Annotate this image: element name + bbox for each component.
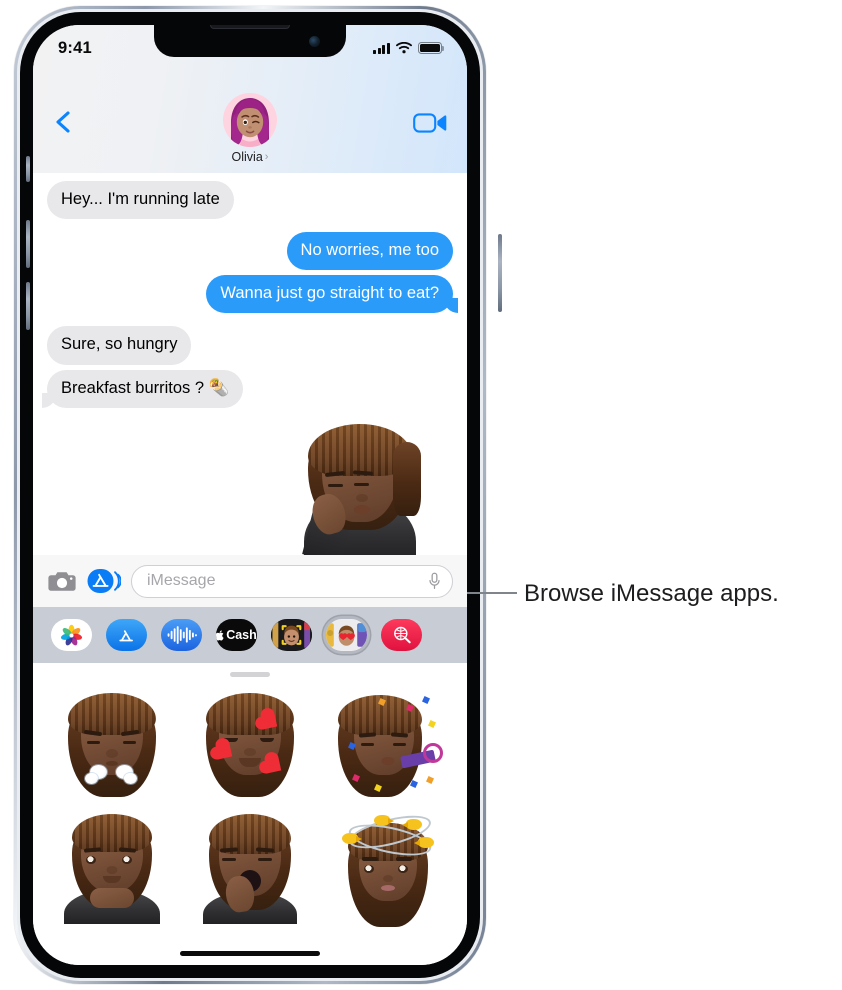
message-input-bar: iMessage (33, 555, 467, 607)
app-cash[interactable]: Cash (216, 619, 257, 651)
camera-button[interactable] (47, 569, 77, 593)
app-images[interactable] (381, 619, 422, 651)
front-camera (309, 36, 320, 47)
message-bubble-outgoing[interactable]: No worries, me too (286, 232, 453, 271)
wifi-icon (396, 42, 412, 54)
contact-header[interactable]: Olivia › (190, 93, 310, 166)
dictation-button[interactable] (428, 572, 441, 590)
apple-cash-label: Cash (226, 628, 257, 642)
conversation-thread[interactable]: Hey... I'm running late No worries, me t… (33, 173, 467, 555)
sticker-hands-on-chin[interactable] (43, 807, 181, 931)
sticker-smiling-hearts[interactable] (181, 683, 319, 807)
status-time: 9:41 (58, 38, 92, 57)
sticker-yawning[interactable] (181, 807, 319, 931)
sticker-birds-overhead[interactable] (319, 807, 457, 931)
party-horn-curl (423, 743, 443, 763)
sticker-grid (33, 677, 467, 931)
imessage-apps-button[interactable] (87, 566, 121, 596)
facetime-button[interactable] (413, 111, 447, 135)
status-indicators (373, 42, 445, 54)
message-row (33, 420, 467, 555)
app-stickers[interactable] (326, 619, 367, 651)
contact-name: Olivia (231, 150, 263, 164)
message-bubble-incoming[interactable]: Sure, so hungry (47, 326, 192, 365)
message-row: Wanna just go straight to eat? (33, 275, 467, 314)
message-bubble-outgoing[interactable]: Wanna just go straight to eat? (206, 275, 462, 314)
phone-screen: Olivia › Hey... I'm running late No worr… (33, 25, 467, 965)
app-store[interactable] (106, 619, 147, 651)
app-memoji[interactable] (271, 619, 312, 651)
screenshot-root: Olivia › Hey... I'm running late No worr… (0, 0, 842, 990)
imessage-app-drawer: Cash (33, 607, 467, 663)
earpiece-speaker (210, 25, 290, 29)
notch (154, 25, 346, 57)
volume-down-button[interactable] (26, 282, 30, 330)
app-audio[interactable] (161, 619, 202, 651)
memoji-sticker-panel (33, 663, 467, 965)
signal-bars-icon (373, 42, 390, 54)
message-bubble-incoming[interactable]: Breakfast burritos ? 🌯 (37, 369, 244, 408)
message-input-field[interactable]: iMessage (131, 564, 453, 598)
device-frame: Olivia › Hey... I'm running late No worr… (14, 6, 502, 984)
power-button[interactable] (498, 234, 502, 312)
sticker-party-horn[interactable] (319, 683, 457, 807)
message-row: No worries, me too (33, 232, 467, 271)
callout-label: Browse iMessage apps. (524, 580, 779, 607)
sticker-steam-from-nose[interactable] (43, 683, 181, 807)
avatar (223, 93, 277, 147)
message-input-placeholder: iMessage (147, 572, 216, 589)
contact-name-row: Olivia › (232, 150, 269, 164)
apple-logo-icon (216, 629, 224, 641)
message-row: Sure, so hungry (33, 326, 467, 365)
memoji-sticker-hand-to-chin[interactable] (285, 420, 435, 555)
volume-up-button[interactable] (26, 220, 30, 268)
message-row: Hey... I'm running late (33, 181, 467, 220)
message-bubble-incoming[interactable]: Hey... I'm running late (47, 181, 234, 220)
chevron-right-icon: › (264, 150, 269, 163)
battery-full-icon (418, 42, 445, 54)
message-row: Breakfast burritos ? 🌯 (33, 369, 467, 408)
back-button[interactable] (51, 109, 77, 135)
silent-switch[interactable] (26, 156, 30, 182)
home-indicator[interactable] (180, 951, 320, 956)
app-photos[interactable] (51, 619, 92, 651)
